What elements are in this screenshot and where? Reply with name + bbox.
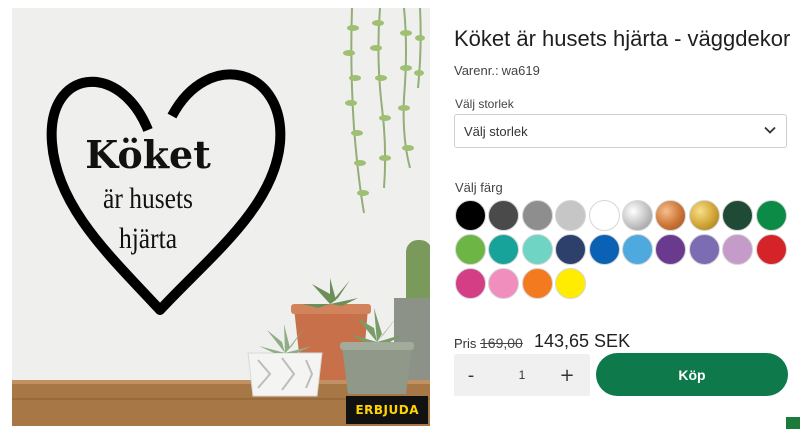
color-swatch[interactable] (521, 234, 553, 265)
color-swatch[interactable] (488, 234, 520, 265)
color-swatch[interactable] (722, 234, 754, 265)
product-title: Köket är husets hjärta - väggdekor (454, 26, 791, 51)
sku-line: Varenr.: wa619 (454, 63, 540, 78)
price-new: 143,65 SEK (534, 331, 631, 351)
decal-text-line-1: Köket (85, 132, 211, 177)
color-swatch[interactable] (555, 200, 587, 231)
color-swatch[interactable] (755, 234, 787, 265)
corner-decoration (786, 417, 800, 429)
size-select[interactable]: Välj storlek (454, 114, 787, 148)
price-old: 169,00 (480, 335, 523, 351)
product-photo (12, 8, 430, 426)
color-swatch[interactable] (488, 200, 520, 231)
color-swatch[interactable] (455, 200, 486, 231)
decal-text-line-3: hjärta (118, 222, 178, 255)
price-label: Pris (454, 336, 477, 351)
color-swatch[interactable] (755, 200, 787, 231)
color-swatch[interactable] (588, 234, 620, 265)
color-swatch[interactable] (622, 234, 653, 265)
color-swatch[interactable] (521, 268, 553, 299)
decal-text-line-2: är husets (103, 182, 193, 215)
quantity-decrease-button[interactable]: - (454, 354, 488, 396)
color-swatch[interactable] (655, 200, 687, 231)
sku-label: Varenr.: (454, 63, 499, 78)
color-swatch[interactable] (455, 234, 486, 265)
quantity-increase-button[interactable]: + (550, 354, 584, 396)
size-label: Välj storlek (455, 97, 514, 111)
product-image[interactable]: Köket är husets hjärta ERBJUDA (12, 8, 430, 426)
color-swatch[interactable] (455, 268, 486, 299)
color-swatch[interactable] (622, 200, 653, 231)
color-swatch[interactable] (688, 234, 720, 265)
color-swatch[interactable] (588, 200, 620, 231)
chevron-down-icon (764, 126, 776, 134)
quantity-value[interactable]: 1 (496, 354, 548, 396)
color-label: Välj färg (455, 180, 503, 195)
color-swatch[interactable] (488, 268, 520, 299)
color-swatch[interactable] (555, 268, 587, 299)
quantity-stepper: - 1 + (454, 354, 590, 396)
color-swatch[interactable] (722, 200, 754, 231)
color-swatch[interactable] (521, 200, 553, 231)
sku-value: wa619 (501, 63, 540, 78)
color-swatch[interactable] (555, 234, 587, 265)
color-swatch[interactable] (655, 234, 687, 265)
size-select-value: Välj storlek (464, 124, 528, 139)
color-swatch[interactable] (688, 200, 720, 231)
offer-badge: ERBJUDA (346, 396, 428, 424)
buy-button[interactable]: Köp (596, 353, 788, 396)
